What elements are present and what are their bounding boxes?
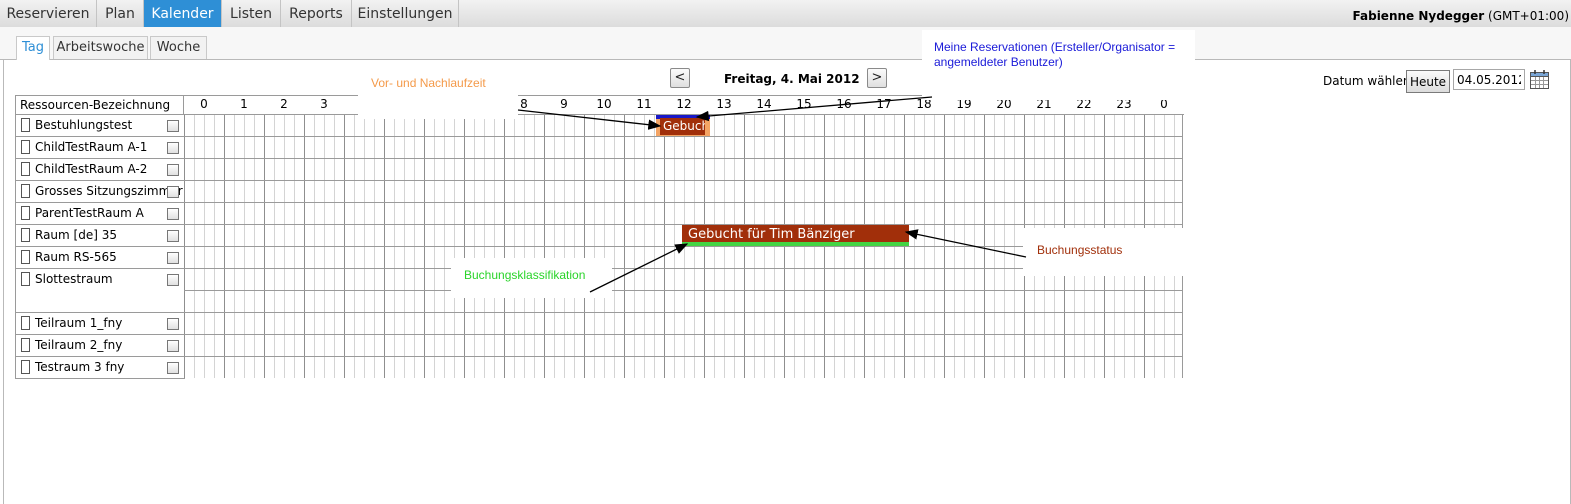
resource-indicator bbox=[21, 206, 30, 220]
resource-name: Slottestraum bbox=[35, 272, 113, 286]
resource-indicator bbox=[21, 250, 30, 264]
tab-woche[interactable]: Woche bbox=[150, 36, 207, 59]
booking-classification-bar bbox=[682, 242, 909, 246]
resource-row[interactable]: ParentTestRaum A bbox=[16, 203, 185, 225]
resource-list: Bestuhlungstest ChildTestRaum A-1 ChildTes… bbox=[15, 115, 185, 379]
resource-checkbox[interactable] bbox=[167, 142, 179, 154]
resource-indicator bbox=[21, 140, 30, 154]
annotation-buffer-time: Vor- und Nachlaufzeit bbox=[371, 76, 486, 90]
resource-indicator bbox=[21, 338, 30, 352]
hour-label: 14 bbox=[756, 97, 772, 111]
resource-row[interactable]: Teilraum 1_fny bbox=[16, 313, 185, 335]
booking-raum-de-35[interactable]: Gebucht für Tim Bänziger bbox=[682, 225, 909, 246]
nav-listen[interactable]: Listen bbox=[222, 0, 281, 27]
resource-indicator bbox=[21, 316, 30, 330]
nav-einstellungen[interactable]: Einstellungen bbox=[352, 0, 459, 27]
annotation-booking-status-box: Buchungsstatus bbox=[1023, 228, 1184, 276]
annotation-my-reservations-box: Meine Reservationen (Ersteller/Organisat… bbox=[922, 30, 1195, 100]
resource-checkbox[interactable] bbox=[167, 120, 179, 132]
resource-name: Teilraum 2_fny bbox=[35, 338, 123, 352]
top-navigation: Reservieren Plan Kalender Listen Reports… bbox=[0, 0, 1571, 28]
nav-kalender[interactable]: Kalender bbox=[144, 0, 222, 27]
annotation-classification: Buchungsklassifikation bbox=[464, 268, 586, 282]
resource-name: Testraum 3 fny bbox=[35, 360, 125, 374]
resource-checkbox[interactable] bbox=[167, 252, 179, 264]
resource-checkbox[interactable] bbox=[167, 340, 179, 352]
annotation-my-reservations: Meine Reservationen (Ersteller/Organisat… bbox=[934, 40, 1176, 69]
annotation-buffer-time-box: Vor- und Nachlaufzeit bbox=[358, 69, 518, 119]
resource-row[interactable]: Grosses Sitzungszimmer bbox=[16, 181, 185, 203]
tab-arbeitswoche[interactable]: Arbeitswoche bbox=[53, 36, 148, 59]
resource-row[interactable]: Raum RS-565 bbox=[16, 247, 185, 269]
resource-checkbox[interactable] bbox=[167, 164, 179, 176]
resource-name: Teilraum 1_fny bbox=[35, 316, 123, 330]
resource-row[interactable]: ChildTestRaum A-2 bbox=[16, 159, 185, 181]
view-tabs: Tag Arbeitswoche Woche bbox=[0, 27, 1571, 60]
hour-label: 10 bbox=[596, 97, 612, 111]
calendar-icon[interactable] bbox=[1529, 69, 1550, 90]
hour-label: 9 bbox=[560, 97, 568, 111]
resource-checkbox[interactable] bbox=[167, 318, 179, 330]
resource-name: Grosses Sitzungszimmer bbox=[35, 184, 183, 198]
user-name: Fabienne Nydegger bbox=[1352, 9, 1485, 23]
booking-buffer-bestuhlungstest[interactable]: Gebucht bbox=[656, 115, 710, 136]
resource-indicator bbox=[21, 272, 30, 286]
resource-indicator bbox=[21, 184, 30, 198]
hour-label: 15 bbox=[796, 97, 812, 111]
resource-row[interactable]: Raum [de] 35 bbox=[16, 225, 185, 247]
date-select-label: Datum wählen bbox=[1323, 74, 1411, 88]
hour-label: 12 bbox=[676, 97, 692, 111]
previous-day-button[interactable]: < bbox=[670, 68, 690, 88]
resource-indicator bbox=[21, 360, 30, 374]
hour-label: 0 bbox=[200, 97, 208, 111]
resource-name: ParentTestRaum A bbox=[35, 206, 144, 220]
resource-name: Raum [de] 35 bbox=[35, 228, 117, 242]
resource-name: Bestuhlungstest bbox=[35, 118, 133, 132]
next-day-button[interactable]: > bbox=[867, 68, 887, 88]
hour-label: 3 bbox=[320, 97, 328, 111]
resource-indicator bbox=[21, 228, 30, 242]
resource-name: ChildTestRaum A-2 bbox=[35, 162, 148, 176]
hour-label: 1 bbox=[240, 97, 248, 111]
resource-checkbox[interactable] bbox=[167, 186, 179, 198]
nav-plan[interactable]: Plan bbox=[97, 0, 144, 27]
resource-name: Raum RS-565 bbox=[35, 250, 117, 264]
date-title: Freitag, 4. Mai 2012 bbox=[724, 72, 860, 86]
resource-column-header: Ressourcen-Bezeichnung bbox=[15, 95, 184, 115]
resource-checkbox[interactable] bbox=[167, 230, 179, 242]
hour-label: 2 bbox=[280, 97, 288, 111]
date-field[interactable] bbox=[1453, 69, 1525, 90]
booking-label: Gebucht für Tim Bänziger bbox=[682, 225, 909, 242]
resource-row[interactable]: ChildTestRaum A-1 bbox=[16, 137, 185, 159]
resource-row[interactable]: Bestuhlungstest bbox=[16, 115, 185, 137]
nav-reservieren[interactable]: Reservieren bbox=[0, 0, 97, 27]
hour-label: 16 bbox=[836, 97, 852, 111]
hour-label: 13 bbox=[716, 97, 732, 111]
annotation-classification-box: Buchungsklassifikation bbox=[451, 258, 612, 298]
resource-checkbox[interactable] bbox=[167, 208, 179, 220]
resource-row[interactable]: Testraum 3 fny bbox=[16, 357, 185, 379]
today-button[interactable]: Heute bbox=[1406, 70, 1450, 93]
resource-row[interactable]: Teilraum 2_fny bbox=[16, 335, 185, 357]
booking-label: Gebucht bbox=[660, 118, 705, 135]
annotation-booking-status: Buchungsstatus bbox=[1037, 243, 1123, 257]
hour-label: 17 bbox=[876, 97, 892, 111]
resource-indicator bbox=[21, 162, 30, 176]
user-timezone: (GMT+01:00) bbox=[1488, 9, 1569, 23]
resource-checkbox[interactable] bbox=[167, 362, 179, 374]
resource-name: ChildTestRaum A-1 bbox=[35, 140, 148, 154]
resource-row[interactable]: Slottestraum bbox=[16, 269, 185, 313]
resource-checkbox[interactable] bbox=[167, 274, 179, 286]
nav-reports[interactable]: Reports bbox=[281, 0, 352, 27]
hour-label: 11 bbox=[636, 97, 652, 111]
tab-tag[interactable]: Tag bbox=[16, 36, 50, 60]
resource-indicator bbox=[21, 118, 30, 132]
